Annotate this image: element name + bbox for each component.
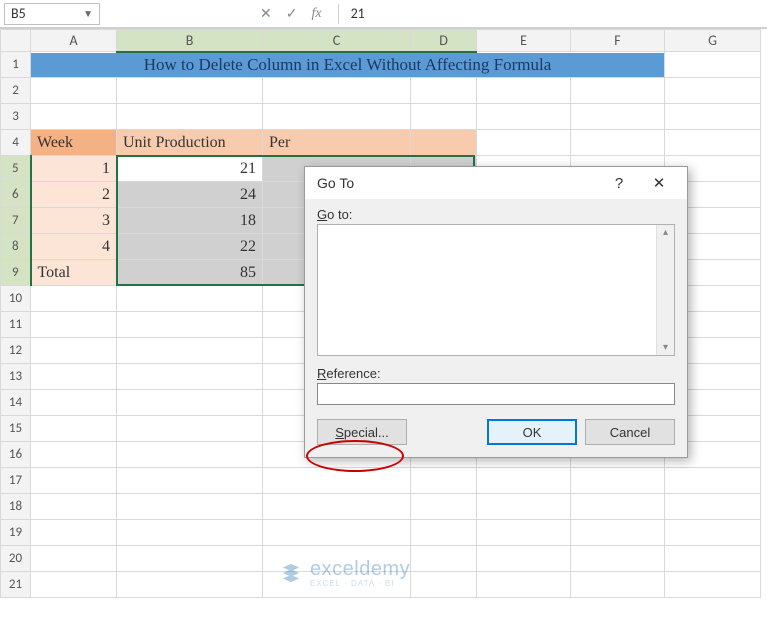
cancel-formula-icon[interactable]: ✕ bbox=[260, 5, 272, 22]
total-value[interactable]: 85 bbox=[117, 260, 263, 286]
header-unit[interactable]: Unit Production bbox=[117, 130, 263, 156]
row-header-19[interactable]: 19 bbox=[1, 520, 31, 546]
row-header-1[interactable]: 1 bbox=[1, 52, 31, 78]
dialog-body: Go to: ▴ ▾ Reference: Special... OK Canc… bbox=[305, 199, 687, 457]
row-header-9[interactable]: 9 bbox=[1, 260, 31, 286]
scrollbar[interactable]: ▴ ▾ bbox=[656, 225, 674, 355]
col-header-D[interactable]: D bbox=[411, 30, 477, 52]
total-label[interactable]: Total bbox=[31, 260, 117, 286]
name-box[interactable]: B5 ▼ bbox=[4, 3, 100, 25]
formula-input[interactable]: 21 bbox=[345, 3, 763, 25]
col-header-A[interactable]: A bbox=[31, 30, 117, 52]
row-header-6[interactable]: 6 bbox=[1, 182, 31, 208]
watermark-brand: exceldemy bbox=[310, 558, 410, 581]
row-header-20[interactable]: 20 bbox=[1, 546, 31, 572]
watermark: exceldemy EXCEL · DATA · BI bbox=[280, 558, 410, 588]
accept-formula-icon[interactable]: ✓ bbox=[286, 5, 298, 22]
row-header-5[interactable]: 5 bbox=[1, 156, 31, 182]
unit-1[interactable]: 21 bbox=[117, 156, 263, 182]
formula-bar: B5 ▼ ✕ ✓ fx 21 bbox=[0, 0, 767, 28]
ok-button[interactable]: OK bbox=[487, 419, 577, 445]
insert-function-icon[interactable]: fx bbox=[311, 6, 321, 22]
unit-2[interactable]: 24 bbox=[117, 182, 263, 208]
col-header-E[interactable]: E bbox=[477, 30, 571, 52]
unit-3[interactable]: 18 bbox=[117, 208, 263, 234]
col-header-B[interactable]: B bbox=[117, 30, 263, 52]
row-header-18[interactable]: 18 bbox=[1, 494, 31, 520]
row-header-17[interactable]: 17 bbox=[1, 468, 31, 494]
row-header-4[interactable]: 4 bbox=[1, 130, 31, 156]
col-header-C[interactable]: C bbox=[263, 30, 411, 52]
goto-label: Go to: bbox=[317, 207, 675, 222]
unit-4[interactable]: 22 bbox=[117, 234, 263, 260]
row-header-12[interactable]: 12 bbox=[1, 338, 31, 364]
week-1[interactable]: 1 bbox=[31, 156, 117, 182]
special-button[interactable]: Special... bbox=[317, 419, 407, 445]
col-header-G[interactable]: G bbox=[665, 30, 761, 52]
row-header-2[interactable]: 2 bbox=[1, 78, 31, 104]
row-header-13[interactable]: 13 bbox=[1, 364, 31, 390]
separator bbox=[338, 4, 339, 24]
close-icon[interactable]: ✕ bbox=[639, 174, 679, 192]
dialog-titlebar[interactable]: Go To ? ✕ bbox=[305, 167, 687, 199]
logo-icon bbox=[280, 562, 302, 584]
dialog-title: Go To bbox=[317, 175, 599, 191]
row-header-8[interactable]: 8 bbox=[1, 234, 31, 260]
week-3[interactable]: 3 bbox=[31, 208, 117, 234]
row-header-21[interactable]: 21 bbox=[1, 572, 31, 598]
help-icon[interactable]: ? bbox=[599, 175, 639, 192]
name-box-value: B5 bbox=[11, 5, 26, 22]
week-4[interactable]: 4 bbox=[31, 234, 117, 260]
dialog-buttons: Special... OK Cancel bbox=[317, 419, 675, 445]
reference-label: Reference: bbox=[317, 366, 675, 381]
row-header-10[interactable]: 10 bbox=[1, 286, 31, 312]
title-cell[interactable]: How to Delete Column in Excel Without Af… bbox=[31, 52, 665, 78]
goto-dialog: Go To ? ✕ Go to: ▴ ▾ Reference: Special.… bbox=[304, 166, 688, 458]
row-header-14[interactable]: 14 bbox=[1, 390, 31, 416]
row-header-3[interactable]: 3 bbox=[1, 104, 31, 130]
formula-input-value: 21 bbox=[351, 5, 365, 22]
formula-bar-buttons: ✕ ✓ fx bbox=[250, 5, 332, 22]
select-all-corner[interactable] bbox=[1, 30, 31, 52]
scroll-up-icon[interactable]: ▴ bbox=[663, 227, 668, 238]
column-headers: A B C D E F G bbox=[1, 30, 761, 52]
header-per[interactable]: Per bbox=[263, 130, 411, 156]
row-header-16[interactable]: 16 bbox=[1, 442, 31, 468]
cell[interactable] bbox=[665, 52, 761, 78]
goto-listbox[interactable]: ▴ ▾ bbox=[317, 224, 675, 356]
scroll-down-icon[interactable]: ▾ bbox=[663, 342, 668, 353]
header-week[interactable]: Week bbox=[31, 130, 117, 156]
cancel-button[interactable]: Cancel bbox=[585, 419, 675, 445]
chevron-down-icon[interactable]: ▼ bbox=[83, 7, 93, 20]
row-header-11[interactable]: 11 bbox=[1, 312, 31, 338]
reference-input[interactable] bbox=[317, 383, 675, 405]
row-header-15[interactable]: 15 bbox=[1, 416, 31, 442]
row-header-7[interactable]: 7 bbox=[1, 208, 31, 234]
week-2[interactable]: 2 bbox=[31, 182, 117, 208]
col-header-F[interactable]: F bbox=[571, 30, 665, 52]
